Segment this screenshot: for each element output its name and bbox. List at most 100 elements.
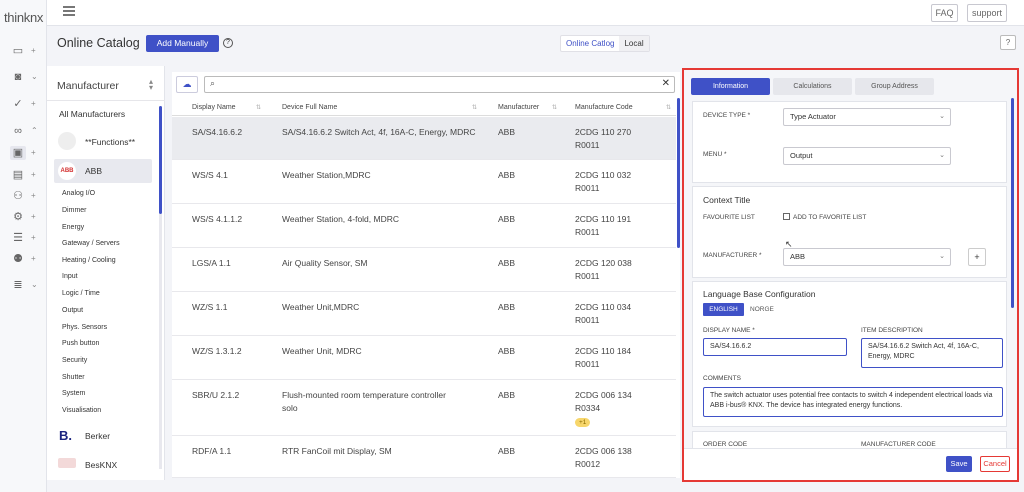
category-item[interactable]: Dimmer [62, 207, 87, 214]
manufacturer-item-berker[interactable]: Berker [85, 431, 110, 441]
code-cell: 2CDG 110 191 R0011 [575, 214, 632, 237]
category-item[interactable]: Heating / Cooling [62, 257, 116, 264]
save-button[interactable]: Save [946, 456, 972, 472]
display-name-cell: WS/S 4.1 [192, 170, 228, 180]
expand-icon[interactable]: + [31, 170, 36, 179]
manufacturer-cell: ABB [498, 258, 516, 268]
lang-tab-english[interactable]: ENGLISH [703, 303, 744, 316]
language-title: Language Base Configuration [703, 289, 816, 299]
faq-button[interactable]: FAQ [931, 4, 958, 22]
lang-tab-norge[interactable]: NORGE [750, 303, 774, 316]
cloud-icon[interactable]: ☁ [176, 76, 198, 93]
category-item[interactable]: Shutter [62, 374, 85, 381]
search-input[interactable]: ⌕ ✕ [204, 76, 675, 93]
chevron-up-icon[interactable]: ⌃ [31, 126, 38, 135]
sort-icon[interactable]: ▴ ▾ [149, 78, 153, 92]
help-icon[interactable]: ? [223, 38, 233, 48]
scrollbar[interactable] [159, 106, 162, 214]
display-name-field[interactable]: SA/S4.16.6.2 [703, 338, 847, 356]
expand-icon[interactable]: + [31, 99, 36, 108]
expand-icon[interactable]: + [31, 191, 36, 200]
column-header[interactable]: Display Name [192, 104, 236, 111]
column-header[interactable]: Manufacturer [498, 104, 539, 111]
help-button[interactable]: ? [1000, 35, 1016, 50]
table-row[interactable]: WZ/S 1.1 Weather Unit,MDRC ABB 2CDG 110 … [172, 292, 676, 336]
chevron-down-icon[interactable]: ⌄ [31, 280, 38, 289]
category-item[interactable]: System [62, 390, 85, 397]
local-toggle[interactable]: Local [619, 36, 649, 51]
table-row[interactable]: SBR/U 2.1.2 Flush-mounted room temperatu… [172, 380, 676, 436]
sort-icon[interactable]: ⇅ [472, 104, 477, 111]
document-icon[interactable]: ▤ [10, 168, 26, 182]
add-manually-button[interactable]: Add Manually [146, 35, 219, 52]
category-item[interactable]: Push button [62, 340, 99, 347]
category-item[interactable]: Gateway / Servers [62, 240, 120, 247]
category-item[interactable]: Output [62, 307, 83, 314]
code-cell: 2CDG 120 038 R0011 [575, 258, 632, 281]
user-icon[interactable]: ◙ [10, 70, 26, 84]
category-item[interactable]: Input [62, 273, 78, 280]
table-header: Display Name ⇅ Device Full Name ⇅ Manufa… [172, 99, 676, 116]
sort-icon[interactable]: ⇅ [552, 104, 557, 111]
tab-information[interactable]: Information [691, 78, 770, 95]
sort-icon[interactable]: ⇅ [256, 104, 261, 111]
code-cell: 2CDG 110 270 R0011 [575, 127, 632, 150]
comments-field[interactable]: The switch actuator uses potential free … [703, 387, 1003, 417]
close-icon[interactable]: ✕ [662, 78, 670, 89]
expand-icon[interactable]: + [31, 46, 36, 55]
device-type-select[interactable]: Type Actuator ⌄ [783, 108, 951, 126]
links-icon[interactable]: ∞ [10, 124, 26, 138]
menu-select[interactable]: Output ⌄ [783, 147, 951, 165]
column-header[interactable]: Manufacture Code [575, 104, 633, 111]
manufacturer-select[interactable]: ABB ⌄ [783, 248, 951, 266]
expand-icon[interactable]: + [31, 254, 36, 263]
support-button[interactable]: support [967, 4, 1007, 22]
gear-icon[interactable]: ⚙ [10, 210, 26, 224]
table-row[interactable]: WS/S 4.1 Weather Station,MDRC ABB 2CDG 1… [172, 160, 676, 204]
expand-icon[interactable]: + [31, 233, 36, 242]
cancel-button[interactable]: Cancel [980, 456, 1010, 472]
tab-calculations[interactable]: Calculations [773, 78, 852, 95]
category-item[interactable]: Phys. Sensors [62, 324, 107, 331]
category-item[interactable]: Analog I/O [62, 190, 95, 197]
tasks-icon[interactable]: ✓ [10, 97, 26, 111]
sort-icon[interactable]: ⇅ [666, 104, 671, 111]
manufacturer-item-besknx[interactable]: BesKNX [85, 460, 117, 470]
online-catalog-toggle[interactable]: Online Catlog [561, 36, 619, 51]
manufacturer-item-all[interactable]: All Manufacturers [59, 109, 125, 119]
users-icon[interactable]: ⚇ [10, 189, 26, 203]
favourite-checkbox-label[interactable]: ADD TO FAVORITE LIST [793, 214, 866, 221]
list-icon[interactable]: ☰ [10, 231, 26, 245]
category-item[interactable]: Logic / Time [62, 290, 100, 297]
column-header[interactable]: Device Full Name [282, 104, 337, 111]
category-item[interactable]: Visualisation [62, 407, 101, 414]
dashboard-icon[interactable]: ▭ [10, 44, 26, 58]
chevron-down-icon[interactable]: ⌄ [31, 72, 38, 81]
category-item[interactable]: Security [62, 357, 87, 364]
favourite-checkbox[interactable] [783, 213, 790, 220]
catalog-icon[interactable]: ▣ [10, 146, 26, 160]
table-row[interactable]: RDF/A 1.1 RTR FanCoil mit Display, SM AB… [172, 436, 676, 478]
scrollbar[interactable] [1011, 98, 1014, 308]
add-manufacturer-button[interactable]: + [968, 248, 986, 266]
full-name-cell: Weather Station, 4-fold, MDRC [282, 214, 399, 224]
manufacturer-item-functions[interactable]: **Functions** [85, 137, 135, 147]
expand-icon[interactable]: + [31, 212, 36, 221]
expand-icon[interactable]: + [31, 148, 36, 157]
category-item[interactable]: Energy [62, 224, 84, 231]
people-icon[interactable]: ⚉ [10, 252, 26, 266]
comments-label: COMMENTS [703, 375, 741, 382]
item-description-field[interactable]: SA/S4.16.6.2 Switch Act, 4f, 16A-C, Ener… [861, 338, 1003, 368]
device-type-card: DEVICE TYPE * Type Actuator ⌄ MENU * Outp… [692, 101, 1007, 183]
scrollbar[interactable] [677, 98, 680, 248]
table-row[interactable]: WS/S 4.1.1.2 Weather Station, 4-fold, MD… [172, 204, 676, 248]
hamburger-icon[interactable] [63, 6, 75, 16]
menu-lines-icon[interactable]: ≣ [10, 278, 26, 292]
table-row[interactable]: LGS/A 1.1 Air Quality Sensor, SM ABB 2CD… [172, 248, 676, 292]
more-codes-badge[interactable]: +1 [575, 418, 591, 427]
divider [47, 100, 165, 101]
table-row[interactable]: WZ/S 1.3.1.2 Weather Unit, MDRC ABB 2CDG… [172, 336, 676, 380]
scrollbar-track[interactable] [159, 214, 162, 469]
table-row[interactable]: SA/S4.16.6.2 SA/S4.16.6.2 Switch Act, 4f… [172, 117, 676, 160]
tab-group-address[interactable]: Group Address [855, 78, 934, 95]
